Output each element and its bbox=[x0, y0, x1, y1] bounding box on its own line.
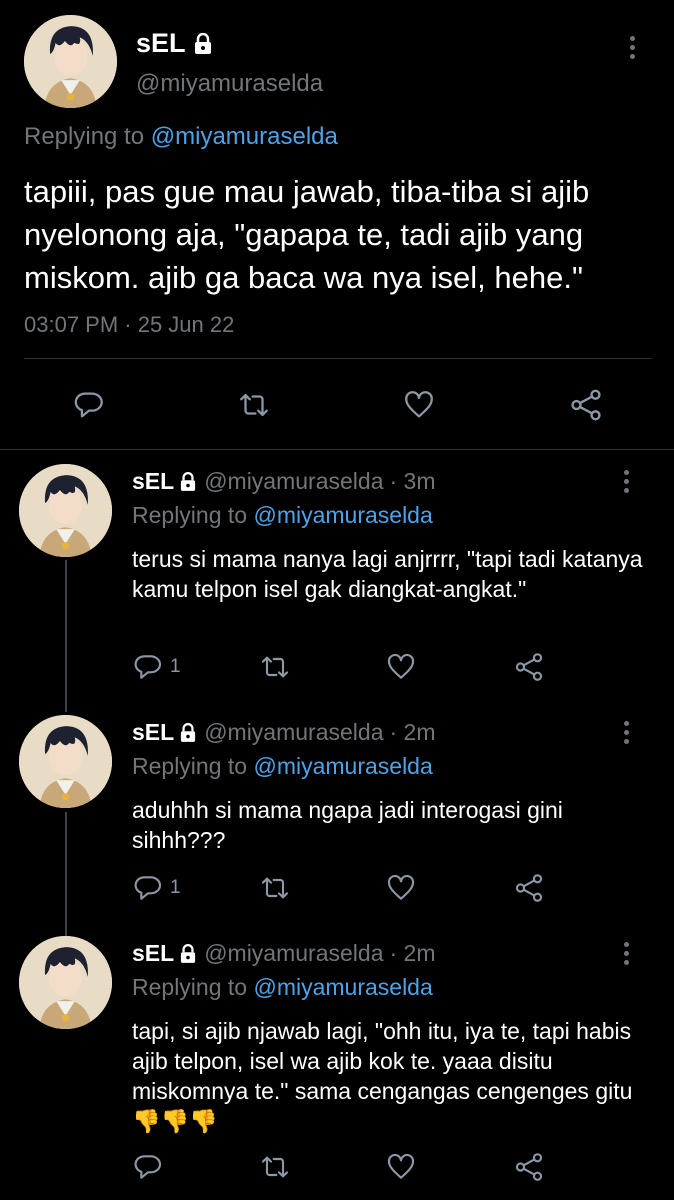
retweet-icon bbox=[261, 656, 289, 678]
retweet-button[interactable] bbox=[258, 1151, 292, 1183]
author-name[interactable]: sEL bbox=[132, 719, 174, 746]
lock-icon bbox=[181, 722, 196, 742]
retweet-icon bbox=[261, 877, 289, 899]
lock-icon bbox=[194, 32, 211, 54]
like-icon bbox=[387, 874, 415, 900]
reply-tweet[interactable]: sEL @miyamuraselda · 3m Replying to @miy… bbox=[0, 464, 674, 698]
avatar-image bbox=[19, 464, 112, 557]
tweet-time: · 3m bbox=[389, 468, 436, 494]
more-options-icon[interactable] bbox=[624, 470, 630, 493]
divider bbox=[24, 358, 652, 359]
retweet-icon bbox=[240, 393, 268, 417]
share-button[interactable] bbox=[512, 871, 546, 905]
reply-icon bbox=[134, 655, 162, 679]
lock-icon bbox=[181, 471, 196, 491]
replying-to: Replying to @miyamuraselda bbox=[132, 753, 433, 780]
replying-to-prefix: Replying to bbox=[24, 123, 145, 150]
more-options-icon[interactable] bbox=[624, 942, 630, 965]
share-icon bbox=[515, 653, 543, 681]
like-icon bbox=[387, 1153, 415, 1179]
divider bbox=[0, 449, 674, 450]
author-handle[interactable]: @miyamuraselda bbox=[204, 719, 383, 746]
replying-to-prefix: Replying to bbox=[132, 502, 248, 528]
reply-count: 1 bbox=[170, 656, 181, 677]
reply-icon bbox=[134, 876, 162, 900]
replying-to-link[interactable]: @miyamuraselda bbox=[253, 502, 432, 528]
replying-to-link[interactable]: @miyamuraselda bbox=[253, 753, 432, 779]
replying-to-prefix: Replying to bbox=[132, 753, 248, 779]
share-button[interactable] bbox=[512, 650, 546, 684]
author-handle[interactable]: @miyamuraselda bbox=[136, 70, 323, 98]
reply-header: sEL @miyamuraselda · 3m bbox=[132, 468, 435, 495]
more-options-icon[interactable] bbox=[630, 36, 636, 59]
replying-to: Replying to @miyamuraselda bbox=[24, 123, 338, 151]
like-button[interactable] bbox=[401, 388, 437, 422]
avatar[interactable] bbox=[19, 464, 112, 557]
author-handle[interactable]: @miyamuraselda bbox=[204, 468, 383, 495]
avatar[interactable] bbox=[19, 936, 112, 1029]
avatar[interactable] bbox=[19, 715, 112, 808]
author-handle[interactable]: @miyamuraselda bbox=[204, 940, 383, 967]
share-button[interactable] bbox=[512, 1150, 546, 1184]
share-icon bbox=[571, 389, 601, 421]
reply-button[interactable] bbox=[72, 388, 106, 422]
author-name[interactable]: sEL bbox=[136, 28, 212, 59]
tweet-text: terus si mama nanya lagi anjrrrr, "tapi … bbox=[132, 546, 643, 602]
author-name[interactable]: sEL bbox=[132, 468, 174, 495]
reply-tweet[interactable]: sEL @miyamuraselda · 2m Replying to @miy… bbox=[0, 936, 674, 1200]
replying-to-link[interactable]: @miyamuraselda bbox=[151, 123, 338, 150]
reply-icon bbox=[134, 1155, 162, 1179]
share-button[interactable] bbox=[567, 386, 605, 424]
author-name[interactable]: sEL bbox=[132, 940, 174, 967]
replying-to-prefix: Replying to bbox=[132, 974, 248, 1000]
reply-header: sEL @miyamuraselda · 2m bbox=[132, 719, 435, 746]
main-tweet: sEL @miyamuraselda Replying to @miyamura… bbox=[0, 0, 674, 450]
reply-button[interactable] bbox=[132, 1151, 164, 1183]
retweet-button[interactable] bbox=[258, 872, 292, 904]
replying-to: Replying to @miyamuraselda bbox=[132, 974, 433, 1001]
retweet-button[interactable] bbox=[236, 388, 272, 422]
avatar-image bbox=[24, 15, 117, 108]
reply-icon bbox=[74, 392, 103, 418]
share-icon bbox=[515, 1153, 543, 1181]
lock-icon bbox=[181, 943, 196, 963]
tweet-timestamp[interactable]: 03:07 PM · 25 Jun 22 bbox=[24, 312, 234, 338]
reply-count: 1 bbox=[170, 877, 181, 898]
reply-tweet[interactable]: sEL @miyamuraselda · 2m Replying to @miy… bbox=[0, 715, 674, 929]
tweet-text: tapi, si ajib njawab lagi, "ohh itu, iya… bbox=[132, 1018, 633, 1134]
share-icon bbox=[515, 874, 543, 902]
tweet-time: · 2m bbox=[389, 940, 436, 966]
replying-to-link[interactable]: @miyamuraselda bbox=[253, 974, 432, 1000]
like-button[interactable] bbox=[385, 651, 417, 683]
replying-to: Replying to @miyamuraselda bbox=[132, 502, 433, 529]
reply-button[interactable]: 1 bbox=[132, 651, 181, 683]
tweet-text: aduhhh si mama ngapa jadi interogasi gin… bbox=[132, 797, 563, 853]
like-icon bbox=[405, 391, 433, 418]
like-icon bbox=[387, 653, 415, 679]
tweet-time: · 2m bbox=[389, 719, 436, 745]
author-name-text: sEL bbox=[136, 28, 186, 58]
like-button[interactable] bbox=[385, 1151, 417, 1183]
reply-button[interactable]: 1 bbox=[132, 872, 181, 904]
like-button[interactable] bbox=[385, 872, 417, 904]
tweet-text: tapiii, pas gue mau jawab, tiba-tiba si … bbox=[24, 174, 590, 295]
reply-header: sEL @miyamuraselda · 2m bbox=[132, 940, 435, 967]
retweet-button[interactable] bbox=[258, 651, 292, 683]
avatar[interactable] bbox=[24, 15, 117, 108]
retweet-icon bbox=[261, 1156, 289, 1178]
avatar-image bbox=[19, 936, 112, 1029]
avatar-image bbox=[19, 715, 112, 808]
more-options-icon[interactable] bbox=[624, 721, 630, 744]
